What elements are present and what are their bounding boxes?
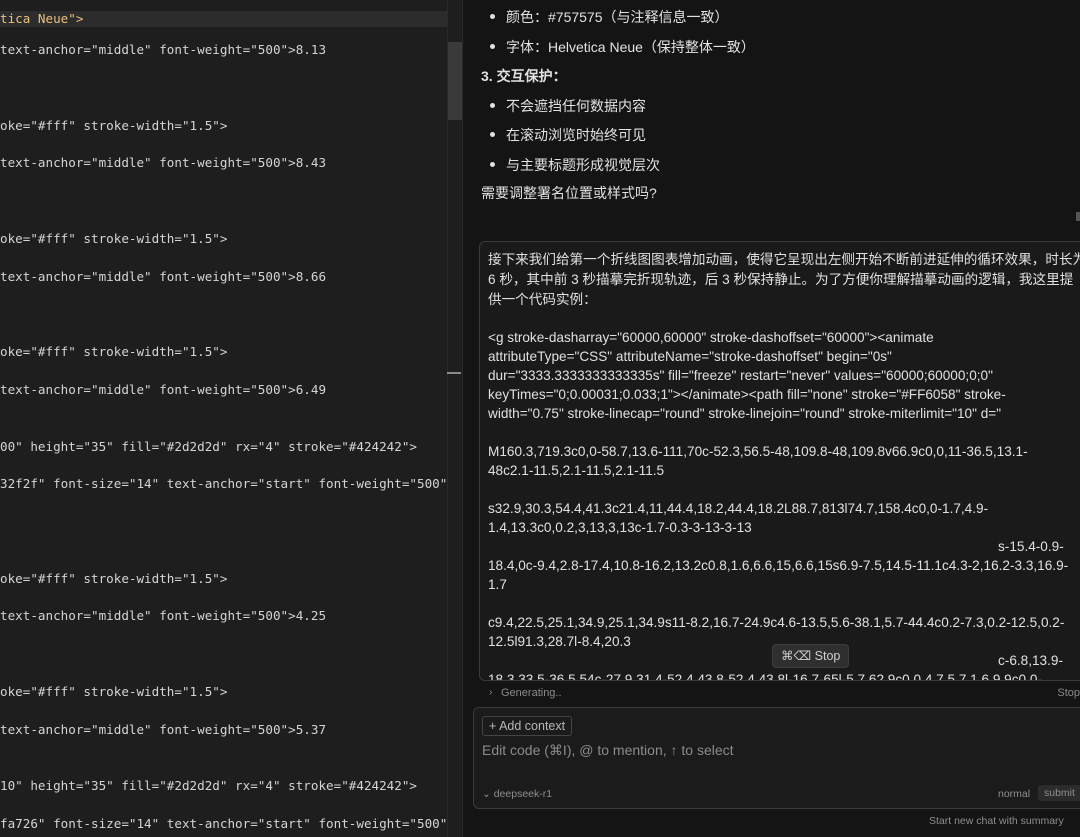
code-line[interactable]: text-anchor="middle" font-weight="500">8… — [0, 42, 326, 58]
list-item: 字体：Helvetica Neue（保持整体一致） — [490, 37, 755, 57]
code-line[interactable]: oke="#fff" stroke-width="1.5"> — [0, 118, 227, 134]
chat-input[interactable]: Edit code (⌘I), @ to mention, ↑ to selec… — [482, 742, 734, 759]
chevron-right-icon[interactable]: › — [489, 687, 492, 698]
message-line: 18.4,0c-9.4,2.8-17.4,10.8-16.2,13.2c0.8,… — [488, 558, 1069, 573]
scrollbar-position-marker — [447, 372, 461, 374]
message-line: s-15.4-0.9- — [998, 539, 1064, 554]
code-line[interactable]: text-anchor="middle" font-weight="500">8… — [0, 269, 326, 285]
submit-button[interactable]: submit — [1038, 785, 1080, 801]
code-line[interactable]: text-anchor="middle" font-weight="500">5… — [0, 722, 326, 738]
new-chat-summary-link[interactable]: Start new chat with summary — [929, 815, 1064, 827]
message-line: s32.9,30.3,54.4,41.3c21.4,11,44.4,18.2,4… — [488, 501, 989, 516]
list-item: 在滚动浏览时始终可见 — [490, 125, 646, 145]
bullet-dot — [490, 162, 495, 167]
message-line: 18.3,33.5-36.5,54c-27.9,31.4-52.4,43.8-5… — [488, 672, 1042, 681]
code-line[interactable]: text-anchor="middle" font-weight="500">6… — [0, 382, 326, 398]
bullet-dot — [490, 132, 495, 137]
stop-button[interactable]: Stop — [1057, 687, 1080, 699]
message-line: c9.4,22.5,25.1,34.9,25.1,34.9s11-8.2,16.… — [488, 615, 1065, 630]
bullet-dot — [490, 103, 495, 108]
message-line: M160.3,719.3c0,0-58.7,13.6-111,70c-52.3,… — [488, 444, 1028, 459]
code-line[interactable]: oke="#fff" stroke-width="1.5"> — [0, 231, 227, 247]
code-line[interactable]: 32f2f" font-size="14" text-anchor="start… — [0, 476, 462, 492]
stop-generation-button[interactable]: ⌘⌫ Stop — [772, 644, 850, 668]
list-item: 颜色：#757575（与注释信息一致） — [490, 7, 729, 27]
code-line[interactable]: text-anchor="middle" font-weight="500">4… — [0, 608, 326, 624]
list-item: 与主要标题形成视觉层次 — [490, 155, 660, 175]
message-line: 12.5l91.3,28.7l-8.4,20.3 — [488, 634, 631, 649]
message-line: 6 秒，其中前 3 秒描摹完折现轨迹，后 3 秒保持静止。为了方便你理解描摹动画… — [488, 272, 1074, 287]
model-selector[interactable]: ⌄ deepseek-r1 — [482, 788, 552, 800]
editor-scrollbar[interactable] — [447, 0, 463, 837]
code-line[interactable]: oke="#fff" stroke-width="1.5"> — [0, 684, 227, 700]
section-title: 3. 交互保护： — [481, 68, 567, 84]
chat-panel: 颜色：#757575（与注释信息一致） 字体：Helvetica Neue（保持… — [463, 0, 1080, 837]
add-context-button[interactable]: + Add context — [482, 716, 573, 736]
code-line[interactable]: oke="#fff" stroke-width="1.5"> — [0, 571, 227, 587]
message-line: 供一个代码实例： — [488, 292, 597, 307]
assistant-question: 需要调整署名位置或样式吗? — [481, 185, 657, 201]
code-line[interactable]: tica Neue"> — [0, 11, 447, 27]
code-editor[interactable]: tica Neue"> text-anchor="middle" font-we… — [0, 0, 462, 837]
code-line[interactable]: text-anchor="middle" font-weight="500">8… — [0, 155, 326, 171]
editor-scrollbar-thumb[interactable] — [448, 42, 462, 120]
code-line[interactable]: fa726" font-size="14" text-anchor="start… — [0, 816, 462, 832]
message-line: dur="3333.3333333333335s" fill="freeze" … — [488, 368, 993, 383]
message-line: 48c2.1-11.5,2.1-11.5,2.1-11.5 — [488, 463, 665, 478]
message-line: 接下来我们给第一个折线图图表增加动画，使得它呈现出左侧开始不断前进延伸的循环效果… — [488, 252, 1080, 267]
generating-label: Generating.. — [501, 687, 562, 699]
message-line: 1.7 — [488, 577, 507, 592]
message-line: width="0.75" stroke-linecap="round" stro… — [488, 406, 1002, 421]
chevron-down-icon: ⌄ — [482, 788, 494, 800]
message-line: attributeType="CSS" attributeName="strok… — [488, 349, 892, 364]
chat-input-box[interactable]: + Add context Edit code (⌘I), @ to menti… — [473, 707, 1080, 809]
message-line: 1.4,13.3c0,0.2,3,13,3,13c-1.7-0.3-3-13-3… — [488, 520, 752, 535]
generating-status: › Generating.. Stop — [479, 683, 1080, 705]
list-item: 不会遮挡任何数据内容 — [490, 96, 646, 116]
code-line[interactable]: 00" height="35" fill="#2d2d2d" rx="4" st… — [0, 439, 417, 455]
edge-marker — [1076, 212, 1080, 221]
message-line: <g stroke-dasharray="60000,60000" stroke… — [488, 330, 934, 345]
code-line[interactable]: 10" height="35" fill="#2d2d2d" rx="4" st… — [0, 778, 417, 794]
message-line: keyTimes="0;0.00031;0.033;1"></animate><… — [488, 387, 1006, 402]
user-message[interactable]: 接下来我们给第一个折线图图表增加动画，使得它呈现出左侧开始不断前进延伸的循环效果… — [479, 241, 1080, 681]
bullet-dot — [490, 14, 495, 19]
mode-selector[interactable]: normal — [998, 788, 1030, 800]
message-line: c-6.8,13.9- — [998, 653, 1063, 668]
code-line[interactable]: oke="#fff" stroke-width="1.5"> — [0, 344, 227, 360]
bullet-dot — [490, 44, 495, 49]
